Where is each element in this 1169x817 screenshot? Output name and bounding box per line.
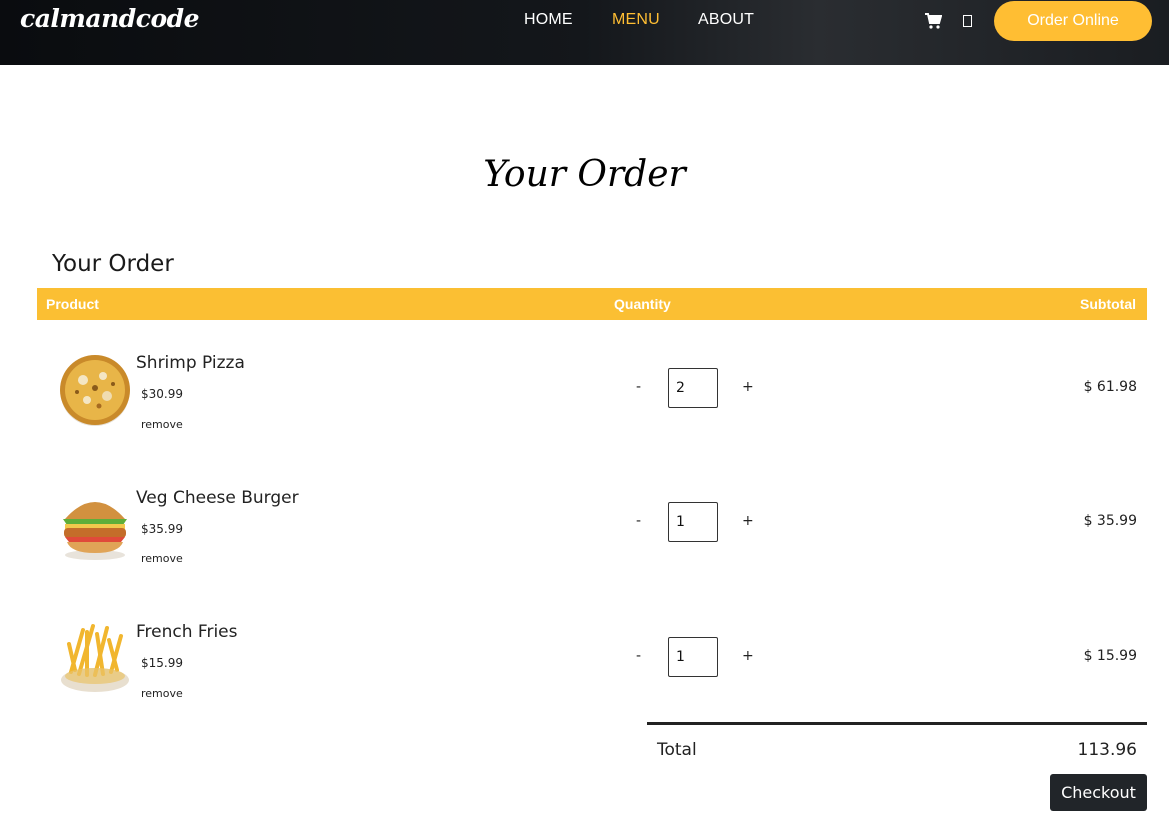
remove-link[interactable]: remove [141,687,183,700]
quantity-increase-button[interactable]: + [742,513,754,529]
header-quantity: Quantity [614,296,671,312]
item-name: Veg Cheese Burger [136,488,299,508]
item-subtotal: $ 15.99 [1083,648,1137,664]
order-online-button[interactable]: Order Online [994,1,1152,41]
item-price: $15.99 [141,656,183,670]
total-label: Total [657,740,697,760]
nav-link-menu[interactable]: MENU [612,11,660,29]
quantity-increase-button[interactable]: + [742,648,754,664]
total-value: 113.96 [1077,740,1137,760]
quantity-decrease-button[interactable]: - [636,379,641,395]
item-name: Shrimp Pizza [136,353,245,373]
table-row: Shrimp Pizza $30.99 remove - + $ 61.98 [37,340,1147,460]
section-title: Your Order [52,251,174,277]
total-divider [647,722,1147,725]
table-row: French Fries $15.99 remove - + $ 15.99 [37,610,1147,730]
header-subtotal: Subtotal [1080,296,1136,312]
burger-image [63,502,127,560]
user-icon[interactable] [963,15,972,27]
item-subtotal: $ 61.98 [1083,379,1137,395]
quantity-input[interactable] [668,502,718,542]
quantity-increase-button[interactable]: + [742,379,754,395]
cart-icon[interactable] [924,12,942,30]
quantity-decrease-button[interactable]: - [636,513,641,529]
item-name: French Fries [136,622,238,642]
quantity-decrease-button[interactable]: - [636,648,641,664]
table-header: Product Quantity Subtotal [37,288,1147,320]
brand-logo[interactable]: calmandcode [20,4,200,33]
table-row: Veg Cheese Burger $35.99 remove - + $ 35… [37,475,1147,595]
header-product: Product [46,296,99,312]
quantity-input[interactable] [668,637,718,677]
fries-image [61,624,129,692]
nav-link-about[interactable]: ABOUT [698,11,754,29]
nav-link-home[interactable]: HOME [524,11,573,29]
quantity-input[interactable] [668,368,718,408]
item-subtotal: $ 35.99 [1083,513,1137,529]
remove-link[interactable]: remove [141,418,183,431]
navbar: calmandcode HOME MENU ABOUT Order Online [0,0,1169,65]
page-heading: Your Order [483,154,686,195]
checkout-button[interactable]: Checkout [1050,774,1147,811]
item-price: $30.99 [141,387,183,401]
remove-link[interactable]: remove [141,552,183,565]
item-price: $35.99 [141,522,183,536]
pizza-image [60,355,130,426]
